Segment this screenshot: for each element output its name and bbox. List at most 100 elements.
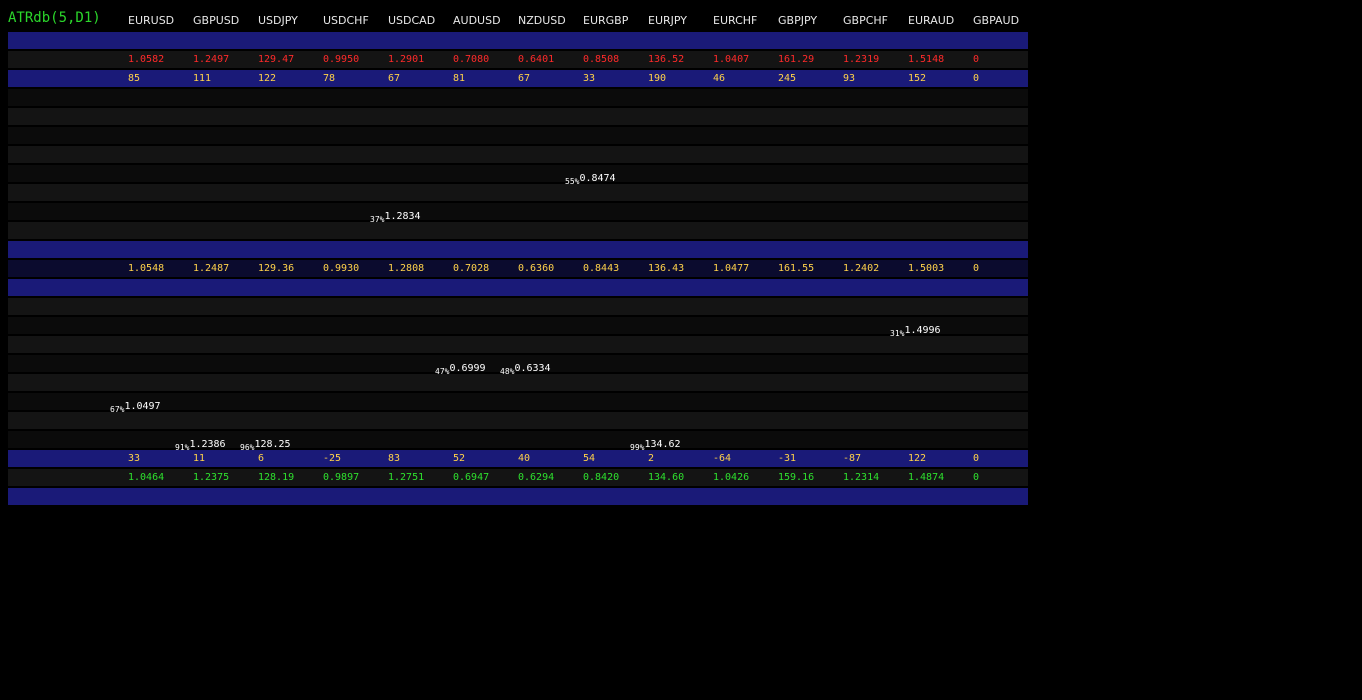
low-value-usdcad: 1.2751 — [388, 472, 425, 483]
diff-value-eurjpy: 2 — [648, 453, 655, 464]
table-row: 47%0.6999 48%0.6334 — [8, 355, 1028, 376]
level-price: 0.8474 — [579, 173, 616, 184]
symbol-header-eurusd: EURUSD — [128, 14, 175, 27]
table-row: 1.0548 1.2487 129.36 0.9930 1.2808 0.7028 0.63… — [8, 260, 1028, 277]
symbol-header-gbpjpy: GBPJPY — [778, 14, 818, 27]
atr-value-gbpusd: 111 — [193, 73, 212, 84]
low-value-gbpaud: 0 — [973, 472, 980, 483]
high-value-eurusd: 1.0582 — [128, 54, 165, 65]
low-value-gbpjpy: 159.16 — [778, 472, 815, 483]
diff-value-usdjpy: 6 — [258, 453, 265, 464]
mid-value-usdcad: 1.2808 — [388, 263, 425, 274]
symbol-header-audusd: AUDUSD — [453, 14, 501, 27]
diff-value-audusd: 52 — [453, 453, 466, 464]
level-price: 1.0497 — [124, 401, 161, 412]
table-row: 33 11 6 -25 83 52 40 54 2 -64 -31 -87 122 0 — [8, 450, 1028, 467]
diff-value-eurgbp: 54 — [583, 453, 596, 464]
level-price: 1.4996 — [904, 325, 941, 336]
symbol-header-usdjpy: USDJPY — [258, 14, 298, 27]
table-row: 1.0464 1.2375 128.19 0.9897 1.2751 0.6947 0.62… — [8, 469, 1028, 486]
table-row — [8, 412, 1028, 429]
low-value-gbpusd: 1.2375 — [193, 472, 230, 483]
mid-value-eurchf: 1.0477 — [713, 263, 750, 274]
level-marker-eurusd: 67%1.0497 — [110, 394, 161, 414]
mid-value-nzdusd: 0.6360 — [518, 263, 555, 274]
atr-value-nzdusd: 67 — [518, 73, 531, 84]
symbol-header-usdcad: USDCAD — [388, 14, 436, 27]
high-value-nzdusd: 0.6401 — [518, 54, 555, 65]
table-row — [8, 184, 1028, 201]
table-row — [8, 279, 1028, 296]
table-row: 55%0.8474 — [8, 165, 1028, 186]
symbol-header-eurjpy: EURJPY — [648, 14, 687, 27]
table-row: 67%1.0497 — [8, 393, 1028, 414]
high-value-gbpusd: 1.2497 — [193, 54, 230, 65]
level-marker-eurgbp: 55%0.8474 — [565, 166, 616, 186]
mid-value-gbpusd: 1.2487 — [193, 263, 230, 274]
table-row — [8, 374, 1028, 391]
table-row: 91%1.2386 96%128.25 99%134.62 — [8, 431, 1028, 452]
low-value-eurusd: 1.0464 — [128, 472, 165, 483]
atr-value-gbpaud: 0 — [973, 73, 980, 84]
atr-value-euraud: 152 — [908, 73, 927, 84]
diff-value-gbpaud: 0 — [973, 453, 980, 464]
high-value-usdcad: 1.2901 — [388, 54, 425, 65]
atr-value-eurusd: 85 — [128, 73, 141, 84]
indicator-title: ATRdb(5,D1) — [8, 10, 101, 26]
diff-value-usdcad: 83 — [388, 453, 401, 464]
level-marker-usdcad: 37%1.2834 — [370, 204, 421, 224]
level-marker-nzdusd: 48%0.6334 — [500, 356, 551, 376]
atr-value-eurchf: 46 — [713, 73, 726, 84]
mid-value-audusd: 0.7028 — [453, 263, 490, 274]
mid-value-eurjpy: 136.43 — [648, 263, 685, 274]
level-marker-gbpusd: 91%1.2386 — [175, 432, 226, 452]
mid-value-eurusd: 1.0548 — [128, 263, 165, 274]
table-row — [8, 89, 1028, 106]
diff-value-gbpjpy: -31 — [778, 453, 797, 464]
low-value-usdchf: 0.9897 — [323, 472, 360, 483]
diff-value-eurusd: 33 — [128, 453, 141, 464]
mid-value-gbpchf: 1.2402 — [843, 263, 880, 274]
low-value-eurjpy: 134.60 — [648, 472, 685, 483]
atr-table: 1.0582 1.2497 129.47 0.9950 1.2901 0.7080 0.64… — [8, 32, 1028, 507]
level-price: 1.2386 — [189, 439, 226, 450]
level-marker-usdjpy: 96%128.25 — [240, 432, 291, 452]
high-value-audusd: 0.7080 — [453, 54, 490, 65]
atr-value-usdchf: 78 — [323, 73, 336, 84]
table-row — [8, 108, 1028, 125]
diff-value-eurchf: -64 — [713, 453, 732, 464]
symbol-header-eurgbp: EURGBP — [583, 14, 629, 27]
table-row — [8, 32, 1028, 49]
atr-value-eurjpy: 190 — [648, 73, 667, 84]
high-value-usdchf: 0.9950 — [323, 54, 360, 65]
table-row — [8, 222, 1028, 239]
low-value-nzdusd: 0.6294 — [518, 472, 555, 483]
atr-value-gbpchf: 93 — [843, 73, 856, 84]
table-row — [8, 298, 1028, 315]
low-value-eurchf: 1.0426 — [713, 472, 750, 483]
mid-value-usdjpy: 129.36 — [258, 263, 295, 274]
low-value-usdjpy: 128.19 — [258, 472, 295, 483]
mid-value-gbpaud: 0 — [973, 263, 980, 274]
atr-value-usdjpy: 122 — [258, 73, 277, 84]
level-price: 1.2834 — [384, 211, 421, 222]
high-value-gbpaud: 0 — [973, 54, 980, 65]
symbol-header-nzdusd: NZDUSD — [518, 14, 566, 27]
level-marker-eurjpy: 99%134.62 — [630, 432, 681, 452]
table-row: 1.0582 1.2497 129.47 0.9950 1.2901 0.7080 0.64… — [8, 51, 1028, 68]
table-row: 31%1.4996 — [8, 317, 1028, 338]
diff-value-euraud: 122 — [908, 453, 927, 464]
high-value-eurgbp: 0.8508 — [583, 54, 620, 65]
diff-value-gbpchf: -87 — [843, 453, 862, 464]
symbol-header-gbpaud: GBPAUD — [973, 14, 1020, 27]
table-row — [8, 241, 1028, 258]
level-marker-euraud: 31%1.4996 — [890, 318, 941, 338]
table-row — [8, 146, 1028, 163]
level-price: 0.6999 — [449, 363, 486, 374]
high-value-euraud: 1.5148 — [908, 54, 945, 65]
table-row: 85 111 122 78 67 81 67 33 190 46 245 93 152 0 — [8, 70, 1028, 87]
low-value-audusd: 0.6947 — [453, 472, 490, 483]
high-value-eurjpy: 136.52 — [648, 54, 685, 65]
mid-value-usdchf: 0.9930 — [323, 263, 360, 274]
symbol-header-euraud: EURAUD — [908, 14, 955, 27]
